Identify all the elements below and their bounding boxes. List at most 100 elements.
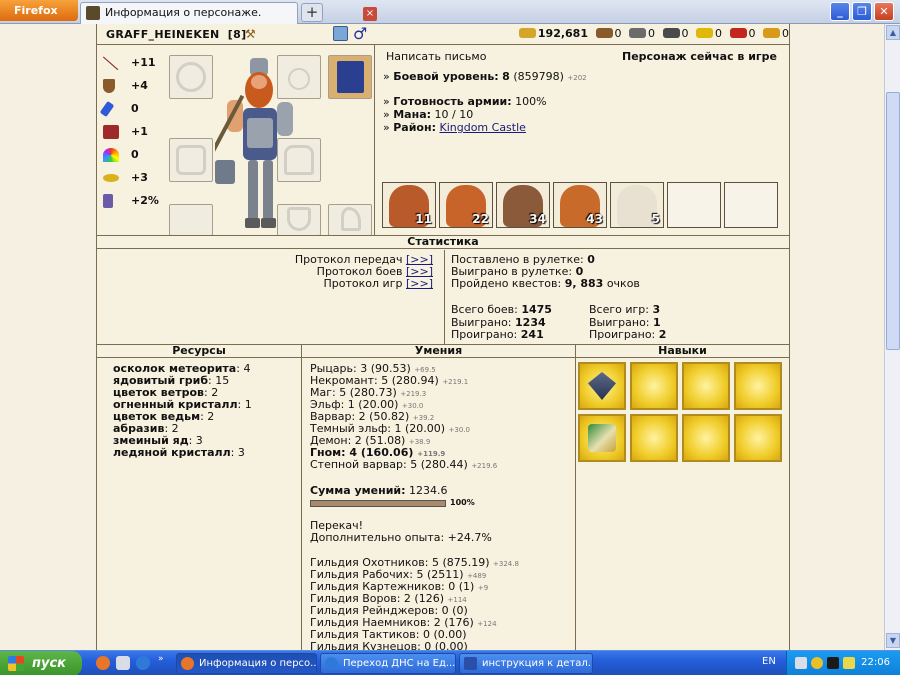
system-tray: 22:06 — [786, 651, 900, 675]
skills-column: Рыцарь: 3 (90.53) +69.5 Некромант: 5 (28… — [302, 24, 574, 650]
start-button[interactable]: пуск — [0, 651, 82, 675]
stat-initiative: +2% — [103, 192, 163, 212]
sulfur-counter: 0 — [696, 27, 722, 40]
volume-icon[interactable] — [843, 657, 855, 669]
stat-knowledge: +1 — [103, 123, 163, 143]
talent-slot[interactable] — [578, 414, 626, 462]
talents-header: Навыки — [575, 344, 789, 358]
skills-sum: Сумма умений: 1234.6 — [310, 484, 448, 497]
word-icon — [464, 657, 477, 670]
browser-tab[interactable]: Информация о персонаже. × — [80, 2, 377, 24]
scroll-up-icon[interactable]: ▲ — [886, 25, 900, 40]
hero-portrait — [215, 58, 293, 228]
stat-spellpower: 0 — [99, 100, 163, 120]
tab-favicon-icon — [86, 6, 100, 20]
column-divider — [575, 358, 576, 650]
army-unit[interactable]: 5 — [610, 182, 664, 228]
faction-skill: Степной варвар: 5 (280.44) +219.6 — [310, 458, 498, 471]
extra-exp: Дополнительно опыта: +24.7% — [310, 531, 492, 544]
close-tab-icon[interactable]: × — [363, 7, 377, 21]
antivirus-icon[interactable] — [811, 657, 823, 669]
player-level: [8] — [227, 28, 247, 41]
wood-icon — [595, 28, 613, 38]
mercury-counter: 0 — [662, 27, 689, 40]
stat-morale: +3 — [103, 169, 163, 189]
firefox-quicklaunch-icon[interactable] — [96, 656, 110, 670]
vertical-scrollbar[interactable]: ▲ ▼ — [884, 24, 900, 650]
scroll-down-icon[interactable]: ▼ — [886, 633, 900, 648]
games-lost: Проиграно: 2 — [589, 328, 667, 341]
wood-counter: 0 — [595, 27, 622, 40]
guild-skill: Гильдия Кузнецов: 0 (0.00) — [310, 640, 468, 650]
ring-slot[interactable] — [169, 55, 213, 99]
browser-toolbar: Firefox Информация о персонаже. × + _ ❐ ✕ — [0, 0, 900, 24]
window-controls: _ ❐ ✕ — [828, 2, 894, 21]
army-slot-empty — [667, 182, 721, 228]
resources-header: Ресурсы — [97, 344, 301, 358]
stat-defense: +4 — [103, 77, 163, 97]
ring-icon — [176, 62, 206, 92]
network-icon[interactable] — [795, 657, 807, 669]
ring2-slot[interactable] — [169, 138, 213, 182]
firefox-menu-button[interactable]: Firefox — [0, 0, 78, 21]
stat-attack: +11 — [103, 54, 163, 74]
talent-slot[interactable] — [734, 362, 782, 410]
ie-icon — [325, 657, 338, 670]
language-indicator[interactable]: EN — [762, 656, 776, 667]
scroll-icon — [588, 424, 616, 452]
sulfur-icon — [696, 28, 713, 38]
player-name-line: GRAFF_HEINEKEN [8] — [106, 28, 246, 41]
stat-luck: 0 — [103, 146, 163, 166]
maximize-icon[interactable]: ❐ — [852, 2, 872, 21]
crystal-icon — [729, 28, 747, 38]
skills-progress-bar — [310, 500, 446, 507]
morale-icon — [103, 174, 119, 182]
attack-icon — [103, 56, 119, 70]
gem-counter: 0 — [763, 27, 789, 40]
ring-icon — [176, 145, 206, 175]
taskbar-window-button[interactable]: Переход ДНС на Ед... — [320, 653, 456, 674]
talent-slot[interactable] — [630, 362, 678, 410]
windows-logo-icon — [8, 656, 24, 671]
weapon-slot[interactable] — [169, 204, 213, 236]
clock: 22:06 — [861, 657, 890, 668]
list-item: ледяной кристалл: 3 — [113, 446, 245, 459]
talent-slot[interactable] — [682, 414, 730, 462]
army-slot-empty — [724, 182, 778, 228]
ore-icon — [629, 28, 646, 38]
spellpower-icon — [99, 100, 115, 118]
ore-counter: 0 — [629, 27, 655, 40]
firefox-icon — [181, 657, 194, 670]
hammer-icon: ⚒ — [245, 27, 256, 41]
knowledge-icon — [103, 125, 119, 139]
talent-slot[interactable] — [734, 414, 782, 462]
talent-slot[interactable] — [682, 362, 730, 410]
close-window-icon[interactable]: ✕ — [874, 2, 894, 21]
talent-slot[interactable] — [630, 414, 678, 462]
defense-icon — [103, 79, 115, 93]
skills-progress-label: 100% — [450, 498, 475, 507]
crystal-counter: 0 — [729, 27, 756, 40]
taskbar: пуск » Информация о персо... Переход ДНС… — [0, 650, 900, 675]
new-tab-button[interactable]: + — [301, 3, 323, 22]
talent-slot[interactable] — [578, 362, 626, 410]
ie-quicklaunch-icon[interactable] — [136, 656, 150, 670]
games-total: Всего игр: 3 — [589, 303, 661, 316]
initiative-icon — [103, 194, 113, 208]
desktop-quicklaunch-icon[interactable] — [116, 656, 130, 670]
emblem-icon — [588, 372, 616, 400]
tray-app-icon[interactable] — [827, 657, 839, 669]
luck-icon — [103, 148, 119, 162]
player-name[interactable]: GRAFF_HEINEKEN — [106, 28, 220, 41]
taskbar-window-button[interactable]: Информация о персо... — [176, 653, 317, 674]
scroll-thumb[interactable] — [886, 92, 900, 350]
taskbar-window-button[interactable]: инструкция к детал... — [459, 653, 593, 674]
gem-icon — [763, 28, 780, 38]
page-viewport: GRAFF_HEINEKEN [8] ⚒ ♂ 192,681 0 0 0 0 0… — [0, 24, 884, 650]
mercury-icon — [662, 28, 680, 38]
tab-title: Информация о персонаже. — [105, 6, 262, 19]
chevron-right-icon[interactable]: » — [158, 654, 164, 664]
minimize-icon[interactable]: _ — [830, 2, 850, 21]
online-status: Персонаж сейчас в игре — [621, 50, 777, 63]
character-page: GRAFF_HEINEKEN [8] ⚒ ♂ 192,681 0 0 0 0 0… — [96, 24, 790, 650]
